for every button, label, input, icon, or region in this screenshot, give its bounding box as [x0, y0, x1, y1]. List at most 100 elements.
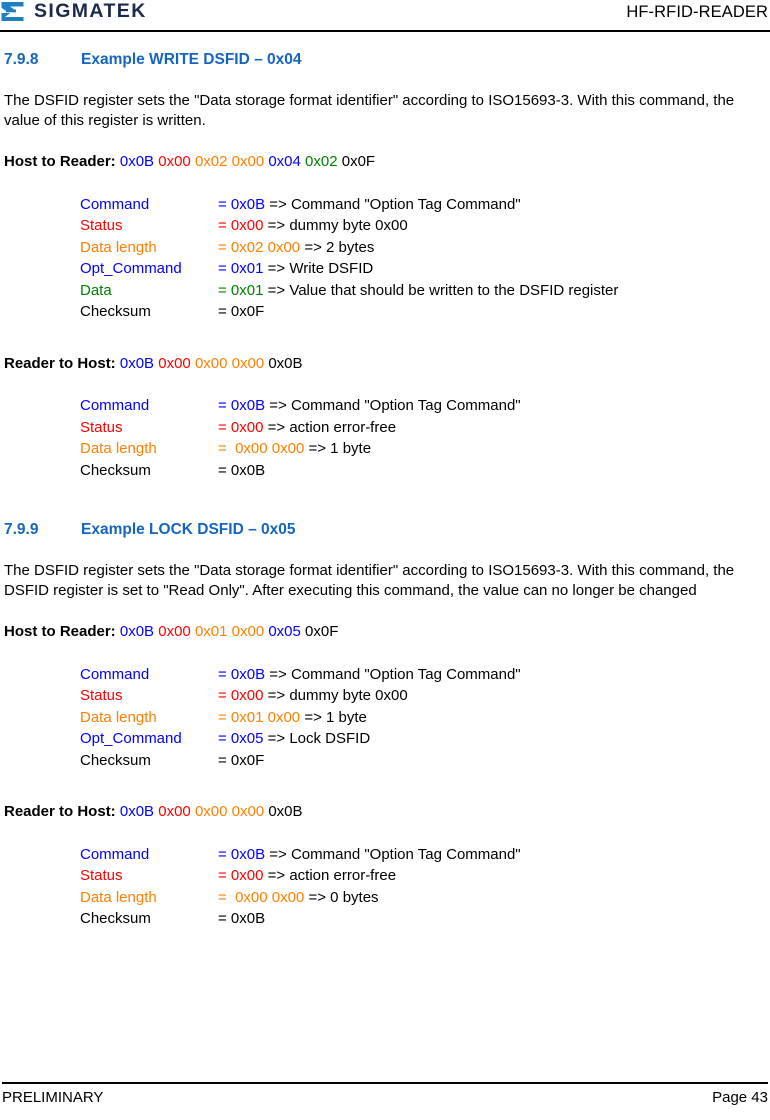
- sigmatek-sigma-logo-icon: [1, 2, 24, 21]
- frame-byte: 0x00: [158, 623, 191, 640]
- document-title: HF-RFID-READER: [626, 3, 768, 21]
- detail-desc: => Command "Option Tag Command": [265, 397, 521, 414]
- frame-byte: 0x0B: [119, 354, 155, 372]
- detail-list: Command = 0x0B => Command "Option Tag Com…: [4, 194, 768, 323]
- detail-row: Status = 0x00 => action error-free: [4, 865, 768, 887]
- detail-label: Command: [80, 195, 150, 213]
- detail-label: Data length: [80, 238, 157, 256]
- frame-byte: 0x02: [305, 153, 338, 170]
- page-header: SIGMATEK HF-RFID-READER: [0, 0, 770, 32]
- detail-label: Data length: [80, 708, 157, 726]
- detail-row: Data = 0x01 => Value that should be writt…: [4, 280, 768, 302]
- detail-row: Checksum = 0x0F: [4, 750, 768, 772]
- section-paragraph: The DSFID register sets the "Data storag…: [4, 92, 735, 129]
- detail-value: = 0x00: [218, 217, 264, 234]
- detail-label: Checksum: [80, 910, 151, 927]
- footer-page-number: Page 43: [712, 1089, 768, 1106]
- detail-label: Checksum: [80, 303, 151, 320]
- detail-row: Checksum = 0x0B: [4, 460, 768, 482]
- detail-label: Command: [80, 397, 150, 414]
- detail-label: Status: [80, 217, 123, 234]
- detail-row: Checksum = 0x0B: [4, 908, 768, 930]
- detail-desc: => dummy byte 0x00: [263, 687, 408, 704]
- frame-byte: 0x00: [158, 354, 191, 372]
- detail-desc: => Write DSFID: [263, 260, 374, 277]
- frame-byte: 0x01: [194, 623, 228, 640]
- frame-byte: 0x0B: [119, 803, 155, 820]
- detail-row: Status = 0x00 => action error-free: [4, 417, 768, 439]
- frame-byte: 0x0B: [268, 803, 303, 820]
- detail-label: Checksum: [80, 751, 151, 769]
- frame-byte: 0x05: [268, 623, 301, 640]
- detail-desc: => Command "Option Tag Command": [265, 195, 521, 213]
- detail-row: Command = 0x0B => Command "Option Tag Com…: [4, 844, 768, 866]
- section-number: 7.9.9: [4, 521, 39, 538]
- detail-desc: => Value that should be written to the D…: [263, 281, 619, 299]
- detail-label: Status: [80, 867, 123, 884]
- direction-label: Reader to Host:: [4, 803, 120, 820]
- detail-value: = 0x01 0x00: [218, 708, 301, 726]
- direction-label: Reader to Host:: [4, 354, 120, 372]
- detail-list: Command = 0x0B => Command "Option Tag Com…: [4, 395, 768, 481]
- frame-line-reader-to-host-2: Reader to Host: 0x0B 0x00 0x00 0x00 0x0B: [4, 802, 768, 822]
- frame-byte: 0x0B: [268, 354, 303, 372]
- detail-value: = 0x0B: [218, 845, 266, 863]
- detail-value: = 0x0B: [218, 910, 266, 927]
- section-heading-798: 7.9.8 Example WRITE DSFID – 0x04: [4, 50, 768, 69]
- detail-desc: => 1 byte: [300, 708, 367, 726]
- detail-label: Command: [80, 845, 150, 863]
- frame-byte: 0x0B: [119, 623, 155, 640]
- section-title: Example WRITE DSFID – 0x04: [81, 51, 302, 68]
- detail-desc: => Command "Option Tag Command": [265, 845, 521, 863]
- detail-desc: => 0 bytes: [304, 888, 379, 906]
- frame-byte: 0x02: [194, 153, 228, 170]
- detail-value: = 0x0F: [218, 303, 265, 320]
- detail-row: Opt_Command = 0x01 => Write DSFID: [4, 258, 768, 280]
- frame-byte: 0x0F: [305, 623, 339, 640]
- detail-row: Data length = 0x01 0x00 => 1 byte: [4, 707, 768, 729]
- detail-desc: => action error-free: [263, 418, 397, 436]
- section-paragraph: The DSFID register sets the "Data storag…: [4, 562, 735, 599]
- detail-row: Checksum = 0x0F: [4, 301, 768, 323]
- detail-value: = 0x01: [218, 281, 264, 299]
- direction-label: Host to Reader:: [4, 623, 120, 640]
- section-number: 7.9.8: [4, 51, 39, 68]
- brand-name: SIGMATEK: [34, 0, 147, 22]
- detail-value: = 0x01: [218, 260, 264, 277]
- detail-value: = 0x00: [218, 687, 264, 704]
- frame-line-reader-to-host-1: Reader to Host: 0x0B 0x00 0x00 0x00 0x0B: [4, 354, 768, 374]
- frame-byte: 0x00: [158, 153, 191, 170]
- detail-desc: => 2 bytes: [300, 238, 375, 256]
- detail-label: Status: [80, 687, 123, 704]
- detail-list: Command = 0x0B => Command "Option Tag Com…: [4, 664, 768, 772]
- footer-status: PRELIMINARY: [2, 1089, 104, 1106]
- detail-value: = 0x05: [218, 730, 264, 747]
- frame-byte: 0x00: [231, 803, 265, 820]
- detail-value: = 0x0B: [218, 665, 266, 683]
- detail-row: Opt_Command = 0x05 => Lock DSFID: [4, 728, 768, 750]
- detail-label: Data: [80, 281, 112, 299]
- brand: SIGMATEK: [0, 1, 147, 22]
- frame-byte: 0x0B: [119, 153, 155, 170]
- detail-value: = 0x00: [218, 418, 264, 436]
- detail-value: = 0x00 0x00: [218, 440, 305, 457]
- detail-desc: => 1 byte: [304, 440, 372, 457]
- detail-row: Data length = 0x02 0x00 => 2 bytes: [4, 237, 768, 259]
- frame-byte: 0x0F: [341, 153, 376, 170]
- detail-label: Command: [80, 665, 150, 683]
- detail-label: Opt_Command: [80, 260, 182, 277]
- frame-byte: 0x00: [194, 354, 228, 372]
- detail-desc: => dummy byte 0x00: [263, 217, 408, 234]
- detail-label: Data length: [80, 440, 157, 457]
- section-title: Example LOCK DSFID – 0x05: [81, 521, 296, 538]
- frame-byte: 0x04: [268, 153, 301, 170]
- section-heading-799: 7.9.9 Example LOCK DSFID – 0x05: [4, 520, 768, 539]
- detail-value: = 0x0F: [218, 751, 265, 769]
- detail-label: Status: [80, 418, 123, 436]
- document-content: 7.9.8 Example WRITE DSFID – 0x04 The DSF…: [4, 32, 768, 930]
- detail-row: Status = 0x00 => dummy byte 0x00: [4, 215, 768, 237]
- frame-line-host-to-reader-1: Host to Reader: 0x0B 0x00 0x02 0x00 0x04…: [4, 152, 768, 172]
- detail-value: = 0x0B: [218, 195, 266, 213]
- detail-row: Command = 0x0B => Command "Option Tag Com…: [4, 395, 768, 417]
- detail-desc: => action error-free: [263, 867, 397, 884]
